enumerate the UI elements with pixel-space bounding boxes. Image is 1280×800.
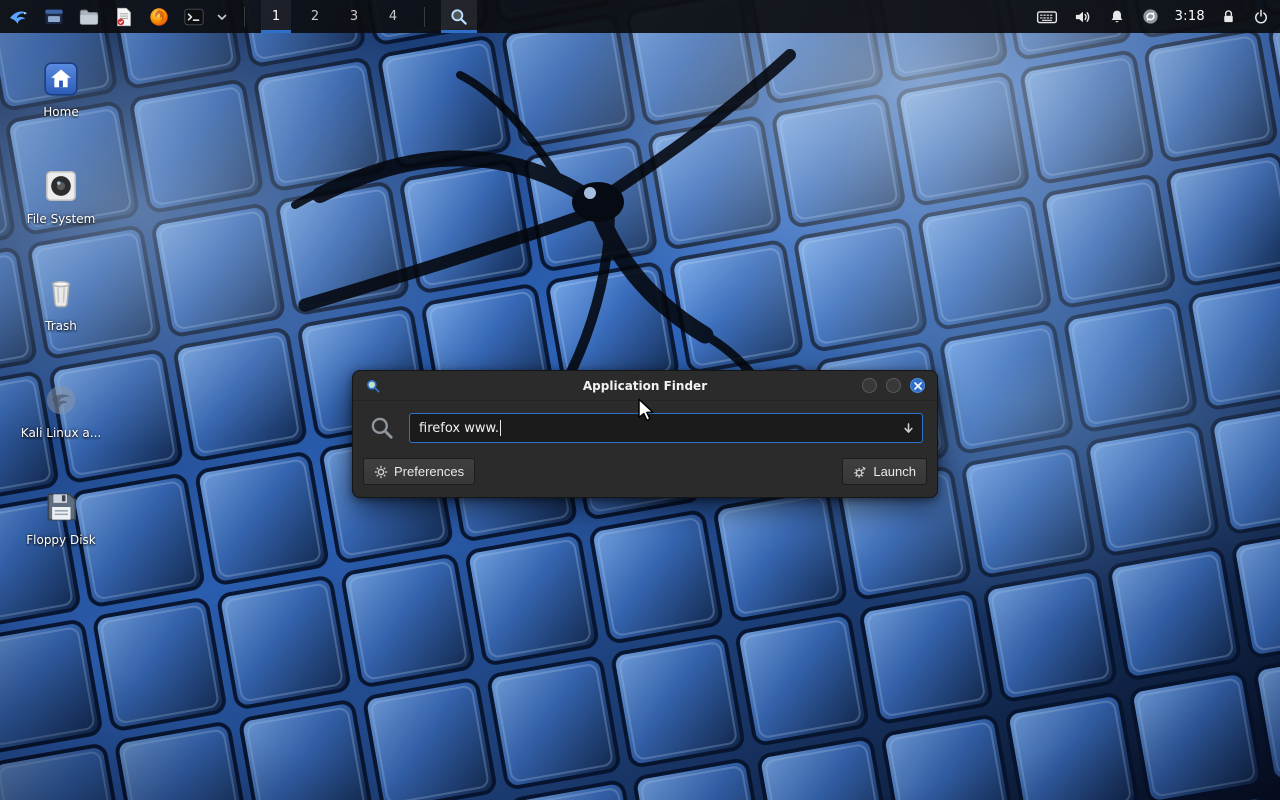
folder-icon: [78, 6, 100, 28]
file-system-icon: [42, 167, 80, 205]
app-finder-icon: [449, 7, 469, 27]
workspace-button-4[interactable]: 4: [378, 0, 408, 33]
panel-clock[interactable]: 3:18: [1175, 9, 1205, 24]
notifications-button[interactable]: [1108, 8, 1126, 26]
text-caret: [500, 420, 501, 436]
desktop-icon-floppy-disk[interactable]: Floppy Disk: [14, 478, 108, 585]
kali-linux-icon: [42, 381, 80, 419]
titlebar[interactable]: Application Finder: [353, 371, 937, 401]
window-title: Application Finder: [353, 379, 937, 393]
desktop-icon-label: Home: [43, 105, 78, 119]
desktop-icon-home[interactable]: Home: [14, 50, 108, 157]
launch-button-label: Launch: [873, 464, 916, 479]
search-input-value: firefox www.: [419, 421, 499, 436]
preferences-button-label: Preferences: [394, 464, 464, 479]
trash-icon: [42, 274, 80, 312]
firefox-launcher[interactable]: [146, 4, 172, 30]
app-finder-task-button[interactable]: [441, 0, 477, 33]
application-finder-window: Application Finder firefox www.: [352, 370, 938, 498]
close-icon[interactable]: [910, 378, 925, 393]
system-tray: 3:18: [1036, 0, 1280, 33]
preferences-gear-icon: [374, 465, 388, 479]
panel-separator: [424, 7, 425, 27]
text-editor-launcher[interactable]: [111, 4, 137, 30]
lock-screen-button[interactable]: [1220, 8, 1237, 25]
desktop-icon-label: Floppy Disk: [26, 533, 96, 547]
workspace-button-3[interactable]: 3: [339, 0, 369, 33]
keyboard-layout-button[interactable]: [1036, 6, 1058, 28]
launch-button[interactable]: Launch: [842, 458, 927, 485]
desktop-icon-label: Trash: [45, 319, 77, 333]
search-input[interactable]: firefox www.: [409, 413, 923, 443]
desktop-icon-trash[interactable]: Trash: [14, 264, 108, 371]
file-manager-launcher[interactable]: [41, 4, 67, 30]
search-row: firefox www.: [353, 401, 937, 451]
lock-screen-icon: [1220, 8, 1237, 25]
minimize-icon[interactable]: [862, 378, 877, 393]
kali-menu-icon: [7, 5, 31, 29]
volume-icon: [1073, 7, 1093, 27]
panel-separator: [244, 7, 245, 27]
desktop-icon-column: Home File System Trash Kal: [14, 50, 108, 585]
launch-gear-icon: [853, 465, 867, 479]
text-editor-icon: [113, 6, 135, 28]
buttons-row: Preferences Launch: [353, 451, 937, 497]
top-panel: 1 2 3 4: [0, 0, 1280, 33]
power-button[interactable]: [1252, 8, 1270, 26]
kali-menu-button[interactable]: [6, 4, 32, 30]
desktop-icon-file-system[interactable]: File System: [14, 157, 108, 264]
file-manager-icon: [43, 6, 65, 28]
terminal-icon: [183, 6, 205, 28]
folder-launcher[interactable]: [76, 4, 102, 30]
keyboard-layout-icon: [1036, 6, 1058, 28]
notifications-bell-icon: [1108, 8, 1126, 26]
application-finder-icon: [365, 378, 381, 394]
search-icon: [369, 415, 395, 441]
maximize-icon[interactable]: [886, 378, 901, 393]
launcher-dropdown-icon[interactable]: [216, 11, 228, 23]
floppy-disk-icon: [42, 488, 80, 526]
workspace-button-1[interactable]: 1: [261, 0, 291, 33]
workspace-button-2[interactable]: 2: [300, 0, 330, 33]
network-sync-icon: [1141, 7, 1160, 26]
volume-button[interactable]: [1073, 7, 1093, 27]
panel-launchers: 1 2 3 4: [0, 0, 477, 33]
desktop-icon-kali-linux[interactable]: Kali Linux a...: [14, 371, 108, 478]
power-icon: [1252, 8, 1270, 26]
combo-down-arrow-icon[interactable]: [902, 422, 915, 435]
firefox-icon: [148, 6, 170, 28]
desktop: Home File System Trash Kal: [0, 0, 1280, 800]
desktop-icon-label: File System: [27, 212, 96, 226]
home-icon: [42, 60, 80, 98]
network-sync-button[interactable]: [1141, 7, 1160, 26]
titlebar-buttons: [862, 378, 925, 393]
close-x-glyph: [914, 382, 922, 390]
terminal-launcher[interactable]: [181, 4, 207, 30]
preferences-button[interactable]: Preferences: [363, 458, 475, 485]
desktop-icon-label: Kali Linux a...: [21, 426, 101, 440]
